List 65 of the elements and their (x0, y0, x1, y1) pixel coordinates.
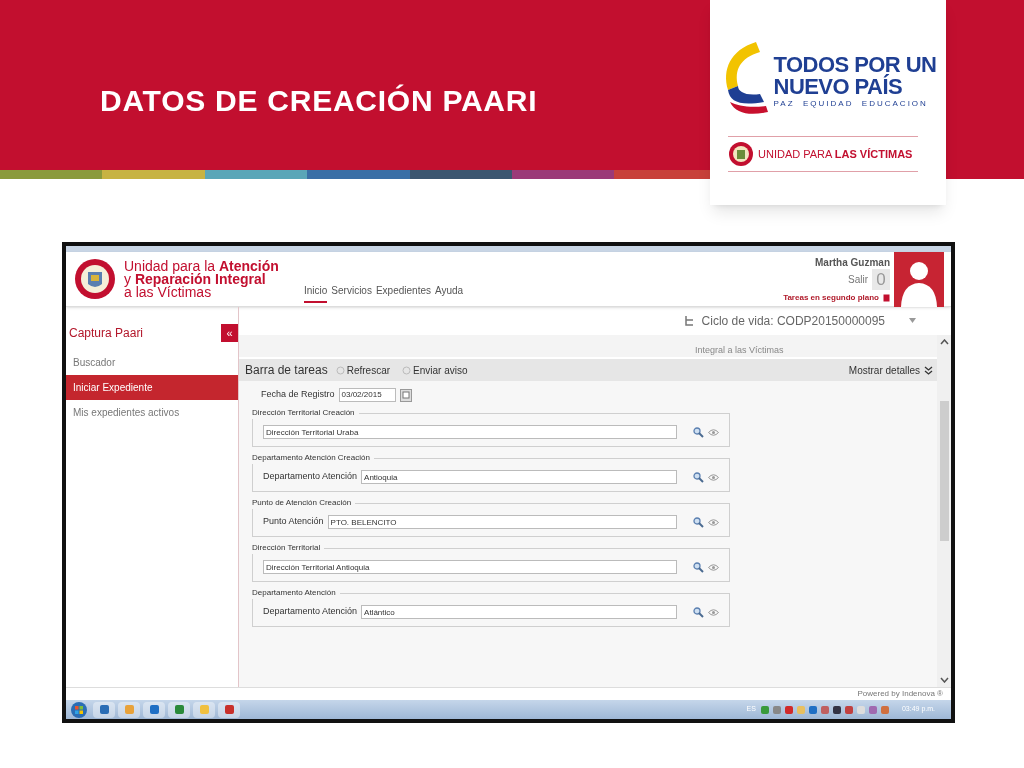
user-name: Martha Guzman (815, 256, 890, 270)
background-tasks-link[interactable]: Tareas en segundo plano (783, 292, 879, 304)
unit-name: UNIDAD PARA LAS VÍCTIMAS (758, 146, 913, 162)
dropdown-icon (909, 318, 916, 324)
toolbar-button[interactable]: Enviar aviso (402, 362, 468, 378)
eye-icon[interactable] (708, 428, 719, 436)
eye-icon[interactable] (708, 473, 719, 481)
sidebar-item[interactable]: Buscador (66, 350, 238, 375)
taskbar-app-icon[interactable] (168, 701, 190, 718)
show-details-button[interactable]: Mostrar detalles (848, 362, 937, 378)
search-icon[interactable] (693, 516, 704, 528)
sidebar-item[interactable]: Mis expedientes activos (66, 400, 238, 425)
logo-text: y Reparación Integral (124, 272, 266, 286)
tagline: PAZ EQUIDAD EDUCACION (773, 98, 929, 110)
text-field[interactable]: Dirección Territorial Antioquia (263, 560, 677, 574)
nav-tab[interactable]: Servicios (331, 283, 372, 303)
search-icon[interactable] (693, 561, 704, 573)
nav-tab[interactable]: Ayuda (435, 283, 464, 303)
eye-icon[interactable] (708, 608, 719, 616)
slide-title: DATOS DE CREACIÓN PAARI (100, 83, 538, 119)
nav-tab[interactable]: Inicio (304, 283, 328, 303)
nav-tab[interactable]: Expedientes (375, 283, 431, 303)
coat-of-arms-icon (74, 258, 116, 300)
field-label: Fecha de Registro (261, 388, 335, 402)
field-label: Departamento Atención (263, 470, 358, 484)
slogan-line: NUEVO PAÍS (773, 76, 904, 98)
taskbar-app-icon[interactable] (143, 701, 165, 718)
lifecycle-label: Ciclo de vida: CODP20150000095 (701, 313, 885, 330)
text-field[interactable]: PTO. BELENCITO (327, 515, 677, 529)
eye-icon[interactable] (708, 563, 719, 571)
calendar-icon[interactable] (399, 388, 412, 402)
action-icon (402, 365, 412, 375)
text-field[interactable]: Dirección Territorial Uraba (263, 425, 677, 439)
field-label: Punto Atención (263, 515, 324, 529)
logout-link[interactable]: Salir (848, 272, 868, 287)
text-field[interactable]: Antioquia (361, 470, 677, 484)
hierarchy-icon (684, 316, 694, 326)
sidebar-item[interactable]: Iniciar Expediente (66, 375, 238, 400)
action-icon (335, 365, 345, 375)
footer-text: Powered by Indenova ® (857, 688, 943, 700)
scroll-thumb[interactable] (939, 401, 949, 541)
toolbar-title: Barra de tareas (245, 362, 328, 379)
coat-of-arms-icon (728, 141, 754, 167)
search-icon[interactable] (693, 471, 704, 483)
scroll-down-icon[interactable] (939, 677, 949, 683)
background-text: Integral a las Víctimas (695, 345, 784, 355)
search-icon[interactable] (693, 606, 704, 618)
scrollbar[interactable] (937, 335, 951, 687)
taskbar-app-icon[interactable] (218, 701, 240, 718)
toolbar-button[interactable]: Refrescar (335, 362, 391, 378)
scroll-up-icon[interactable] (939, 339, 949, 345)
search-icon[interactable] (693, 426, 704, 438)
logo-text: Unidad para la Atención (124, 259, 279, 273)
user-avatar-icon (894, 252, 944, 307)
date-field[interactable]: 03/02/2015 (338, 388, 396, 402)
double-chevron-icon (924, 365, 933, 375)
field-label: Departamento Atención (263, 605, 358, 619)
start-button-icon[interactable] (70, 700, 88, 719)
text-field[interactable]: Atlántico (361, 605, 677, 619)
collapse-button[interactable]: « (221, 324, 238, 342)
document-icon (883, 294, 890, 302)
sidebar-title: Captura Paari (68, 325, 144, 342)
taskbar-app-icon[interactable] (93, 701, 115, 718)
notification-counter: 0 (872, 269, 890, 290)
eye-icon[interactable] (708, 518, 719, 526)
